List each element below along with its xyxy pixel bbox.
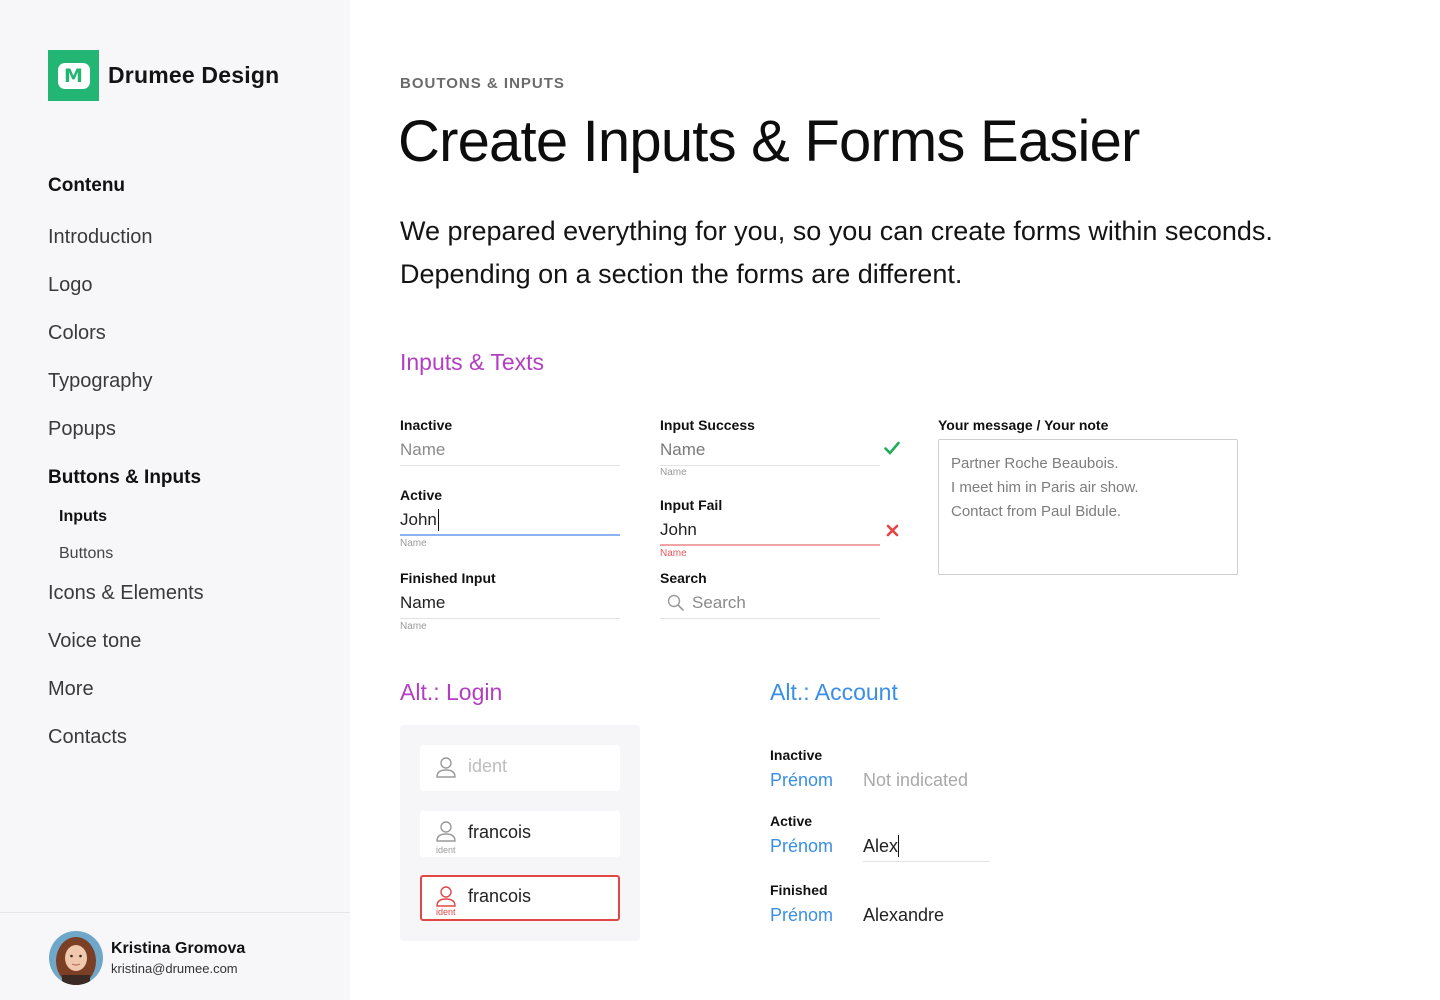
inactive-field bbox=[400, 436, 620, 466]
nav-item-colors[interactable]: Colors bbox=[48, 322, 106, 345]
page-title: Create Inputs & Forms Easier bbox=[398, 109, 1140, 174]
check-icon bbox=[884, 440, 900, 460]
fail-helper: Name bbox=[660, 548, 687, 559]
account-active-value[interactable]: Alex bbox=[863, 836, 898, 857]
finished-field bbox=[400, 589, 620, 619]
avatar bbox=[49, 931, 103, 985]
fail-label: Input Fail bbox=[660, 497, 723, 513]
success-label: Input Success bbox=[660, 417, 755, 433]
inactive-label: Inactive bbox=[400, 417, 453, 433]
account-inactive-label: Inactive bbox=[770, 747, 823, 763]
brand-name: Drumee Design bbox=[108, 62, 280, 88]
message-textarea[interactable]: Partner Roche Beaubois. I meet him in Pa… bbox=[938, 439, 1238, 575]
user-icon bbox=[434, 884, 458, 908]
inactive-input[interactable] bbox=[400, 436, 620, 464]
login-error-input[interactable]: francois ident bbox=[420, 875, 620, 921]
login-ident-input[interactable]: ident bbox=[420, 745, 620, 791]
fail-input[interactable] bbox=[660, 516, 880, 544]
user-name: Kristina Gromova bbox=[111, 940, 246, 957]
sidebar: M Drumee Design Contenu Introduction Log… bbox=[0, 0, 350, 1000]
account-inactive-key: Prénom bbox=[770, 770, 834, 790]
active-input[interactable] bbox=[400, 506, 620, 534]
fail-field bbox=[660, 516, 880, 546]
success-field bbox=[660, 436, 880, 466]
user-icon bbox=[434, 755, 458, 779]
nav-item-voice-tone[interactable]: Voice tone bbox=[48, 630, 141, 653]
nav-item-buttons-inputs[interactable]: Buttons & Inputs bbox=[48, 467, 201, 489]
text-caret bbox=[438, 509, 439, 531]
login-input-value: ident bbox=[468, 756, 508, 776]
search-input[interactable] bbox=[660, 589, 880, 617]
account-active-underline bbox=[863, 861, 990, 862]
account-active-key: Prénom bbox=[770, 836, 834, 856]
text-caret bbox=[898, 835, 899, 857]
search-field bbox=[660, 589, 880, 619]
active-field bbox=[400, 506, 620, 536]
user-email: kristina@drumee.com bbox=[111, 961, 238, 976]
search-label: Search bbox=[660, 570, 707, 586]
nav-item-icons-elements[interactable]: Icons & Elements bbox=[48, 582, 204, 605]
active-label: Active bbox=[400, 487, 443, 503]
nav-subitem-inputs[interactable]: Inputs bbox=[59, 508, 107, 526]
message-line: Contact from Paul Bidule. bbox=[951, 503, 1122, 520]
active-helper: Name bbox=[400, 538, 427, 549]
cross-icon bbox=[886, 522, 899, 542]
success-input[interactable] bbox=[660, 436, 880, 464]
account-finished-key: Prénom bbox=[770, 905, 834, 925]
section-eyebrow: BOUTONS & INPUTS bbox=[400, 75, 565, 92]
message-line: Partner Roche Beaubois. bbox=[951, 455, 1119, 472]
login-card: ident francois ident francois ident bbox=[400, 725, 640, 941]
message-label: Your message / Your note bbox=[938, 417, 1109, 433]
finished-helper: Name bbox=[400, 621, 427, 632]
nav-item-introduction[interactable]: Introduction bbox=[48, 226, 153, 249]
login-input-tag: ident bbox=[436, 845, 456, 855]
finished-input[interactable] bbox=[400, 589, 620, 617]
account-finished-label: Finished bbox=[770, 882, 828, 898]
search-icon bbox=[667, 594, 685, 617]
nav-item-popups[interactable]: Popups bbox=[48, 418, 116, 441]
nav-item-more[interactable]: More bbox=[48, 678, 94, 701]
account-inactive-value[interactable]: Not indicated bbox=[863, 770, 968, 791]
nav-heading: Contenu bbox=[48, 175, 126, 196]
account-active-label: Active bbox=[770, 813, 813, 829]
nav-item-logo[interactable]: Logo bbox=[48, 274, 93, 297]
login-input-value: francois bbox=[468, 886, 532, 906]
finished-label: Finished Input bbox=[400, 570, 496, 586]
inputs-section-title: Inputs & Texts bbox=[400, 349, 545, 375]
nav-item-contacts[interactable]: Contacts bbox=[48, 726, 127, 749]
success-helper: Name bbox=[660, 467, 687, 478]
login-input-tag: ident bbox=[436, 907, 456, 917]
nav-subitem-buttons[interactable]: Buttons bbox=[59, 545, 113, 563]
login-input-value: francois bbox=[468, 822, 532, 842]
logo-mark: M bbox=[57, 62, 90, 89]
account-finished-value[interactable]: Alexandre bbox=[863, 905, 944, 926]
message-line: I meet him in Paris air show. bbox=[951, 479, 1139, 496]
login-section-title: Alt.: Login bbox=[400, 679, 503, 705]
login-filled-input[interactable]: francois ident bbox=[420, 811, 620, 857]
brand[interactable]: M Drumee Design bbox=[48, 50, 279, 101]
brand-logo: M bbox=[48, 50, 99, 101]
user-profile[interactable]: Kristina Gromova kristina@drumee.com bbox=[0, 912, 350, 1000]
intro-text: We prepared everything for you, so you c… bbox=[400, 216, 1273, 289]
account-section-title: Alt.: Account bbox=[770, 679, 898, 705]
user-icon bbox=[434, 819, 458, 843]
nav-item-typography[interactable]: Typography bbox=[48, 370, 153, 393]
